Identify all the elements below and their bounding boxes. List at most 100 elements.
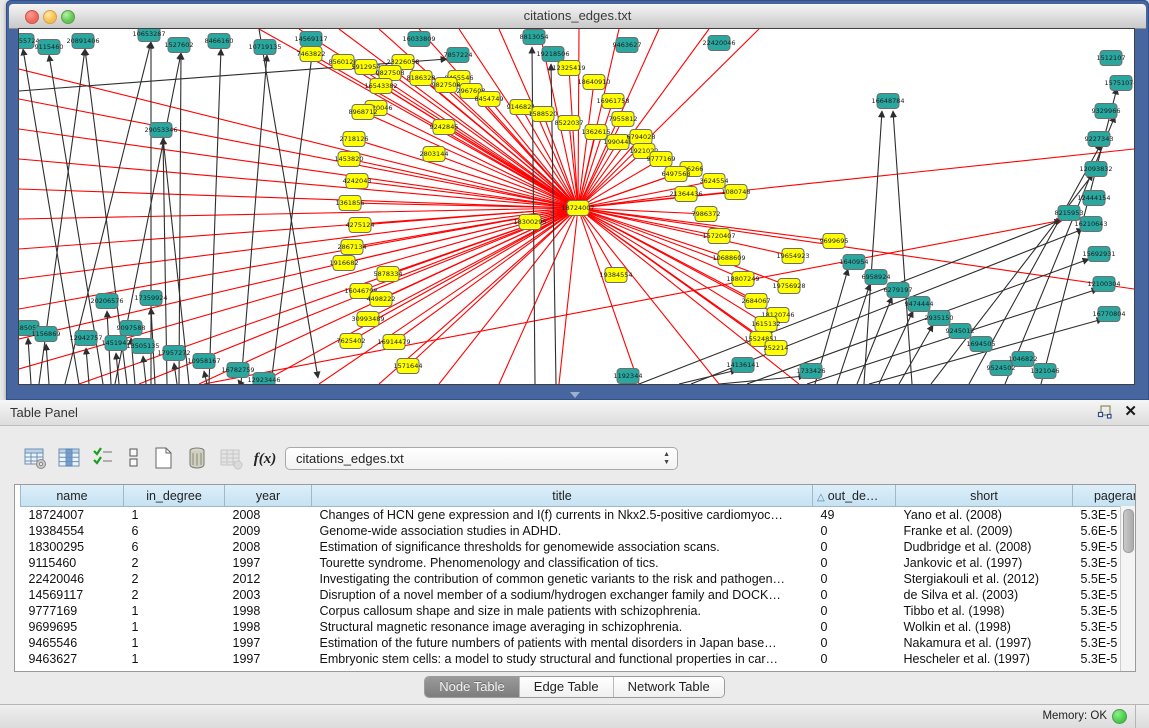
table-cell: 0 — [813, 587, 896, 603]
graph-node-label: 14136141 — [726, 361, 759, 369]
table-cell: de Silva et al. (2003) — [896, 587, 1073, 603]
graph-edge — [893, 111, 912, 384]
tab-node-table[interactable]: Node Table — [425, 677, 520, 697]
graph-edge — [899, 325, 933, 384]
select-rows-icon[interactable] — [90, 446, 116, 472]
column-header-in_degree[interactable]: in_degree — [124, 485, 225, 507]
dropdown-arrows-icon: ▲▼ — [663, 451, 670, 467]
graph-node-label: 1615132 — [752, 320, 781, 328]
graph-node-label: 20891406 — [66, 37, 99, 45]
table-cell: 9115460 — [21, 555, 124, 571]
table-cell: 1 — [124, 507, 225, 524]
table-row[interactable]: 1830029562008Estimation of significance … — [21, 539, 1137, 555]
table-cell: 6 — [124, 523, 225, 539]
table-cell: 0 — [813, 539, 896, 555]
import-table-icon[interactable] — [218, 446, 244, 472]
graph-node-label: 9227343 — [1085, 135, 1114, 143]
graph-edge — [259, 208, 578, 384]
graph-edge — [209, 49, 221, 384]
graph-node-label: 17359924 — [134, 294, 167, 302]
network-view-window: citations_edges.txt 24055724911546020891… — [6, 0, 1149, 400]
table-row[interactable]: 969969511998Structural magnetic resonanc… — [21, 619, 1137, 635]
column-header-pagerank[interactable]: pagerank — [1073, 485, 1137, 507]
graph-node-label: 18724007 — [561, 204, 594, 212]
graph-node-label: 5878334 — [374, 270, 403, 278]
graph-node-label: 9242845 — [430, 123, 459, 131]
float-panel-icon[interactable] — [1097, 404, 1113, 420]
table-cell: 1 — [124, 603, 225, 619]
row-height-icon[interactable] — [120, 446, 146, 472]
column-header-short[interactable]: short — [896, 485, 1073, 507]
close-panel-icon[interactable]: ✕ — [1124, 403, 1137, 421]
graph-node-label: 19384554 — [599, 271, 632, 279]
graph-node-label: 7857224 — [444, 51, 473, 59]
graph-node-label: 1527602 — [165, 41, 194, 49]
graph-node-label: 1916682 — [330, 259, 359, 267]
table-cell: 9465546 — [21, 635, 124, 651]
graph-edge — [381, 208, 578, 299]
table-cell: 0 — [813, 619, 896, 635]
graph-edge — [578, 208, 639, 384]
graph-node-label: 9329966 — [1092, 107, 1121, 115]
graph-node-label: 12942757 — [69, 334, 102, 342]
graph-node-label: 12093832 — [1079, 165, 1112, 173]
column-header-title[interactable]: title — [312, 485, 813, 507]
table-cell: 0 — [813, 523, 896, 539]
graph-node-label: 1361856 — [336, 199, 365, 207]
column-header-year[interactable]: year — [225, 485, 312, 507]
table-cell: 1997 — [225, 635, 312, 651]
graph-edge — [86, 348, 89, 384]
graph-node-label: 16961758 — [596, 97, 629, 105]
graph-node-label: 9463627 — [613, 41, 642, 49]
table-cell: Estimation of the future numbers of pati… — [312, 635, 813, 651]
table-cell: 2003 — [225, 587, 312, 603]
column-header-name[interactable]: name — [21, 485, 124, 507]
graph-node-label: 16914479 — [377, 338, 410, 346]
graph-node-label: 10719135 — [248, 43, 281, 51]
graph-edge — [444, 127, 578, 208]
show-columns-icon[interactable] — [56, 446, 82, 472]
table-row[interactable]: 946362711997Embryonic stem cells: a mode… — [21, 651, 1137, 667]
table-cell: Franke et al. (2009) — [896, 523, 1073, 539]
table-row[interactable]: 1456911722003Disruption of a novel membe… — [21, 587, 1137, 603]
graph-node-label: 1453820 — [335, 155, 364, 163]
table-row[interactable]: 946554611997Estimation of the future num… — [21, 635, 1137, 651]
vertical-scrollbar[interactable] — [1120, 506, 1135, 671]
graph-node-label: 10653287 — [132, 30, 165, 38]
citation-graph[interactable]: 2405572491154602089140610653287152760284… — [19, 29, 1134, 384]
table-row[interactable]: 911546021997Tourette syndrome. Phenomeno… — [21, 555, 1137, 571]
table-cell: Yano et al. (2008) — [896, 507, 1073, 524]
scrollbar-thumb[interactable] — [1123, 509, 1134, 553]
table-settings-icon[interactable] — [22, 446, 48, 472]
window-title: citations_edges.txt — [9, 8, 1146, 23]
graph-node-label: 7955812 — [609, 115, 638, 123]
graph-node-label: 2803144 — [420, 150, 449, 158]
graph-node-label: 1733426 — [797, 367, 826, 375]
table-selector-value: citations_edges.txt — [296, 451, 404, 466]
network-canvas[interactable]: 2405572491154602089140610653287152760284… — [18, 28, 1135, 385]
graph-node-label: 6958924 — [862, 273, 891, 281]
table-row[interactable]: 1872400712008Changes of HCN gene express… — [21, 507, 1137, 524]
delete-table-icon[interactable] — [184, 446, 210, 472]
table-row[interactable]: 1938455462009Genome-wide association stu… — [21, 523, 1137, 539]
table-cell: 6 — [124, 539, 225, 555]
function-builder-icon[interactable]: f(x) — [252, 446, 278, 472]
status-divider — [1135, 705, 1136, 728]
table-selector-dropdown[interactable]: citations_edges.txt ▲▼ — [285, 447, 678, 470]
column-header-out_de[interactable]: △out_de… — [813, 485, 896, 507]
graph-node-label: 16770804 — [1092, 310, 1125, 318]
window-titlebar[interactable]: citations_edges.txt — [9, 4, 1146, 29]
split-pane-collapse-handle[interactable] — [570, 392, 580, 398]
graph-node-label: 8522037 — [555, 119, 584, 127]
graph-node-label: 8215953 — [1055, 209, 1084, 217]
graph-node-label: 6794028 — [627, 133, 656, 141]
graph-node-label: 2684067 — [742, 297, 771, 305]
graph-node-label: 252214 — [764, 344, 789, 352]
graph-node-label: 9097588 — [117, 324, 146, 332]
new-table-icon[interactable] — [150, 446, 176, 472]
table-cell: 0 — [813, 555, 896, 571]
table-row[interactable]: 2242004622012Investigating the contribut… — [21, 571, 1137, 587]
tab-edge-table[interactable]: Edge Table — [520, 677, 614, 697]
table-row[interactable]: 977716911998Corpus callosum shape and si… — [21, 603, 1137, 619]
tab-network-table[interactable]: Network Table — [614, 677, 724, 697]
